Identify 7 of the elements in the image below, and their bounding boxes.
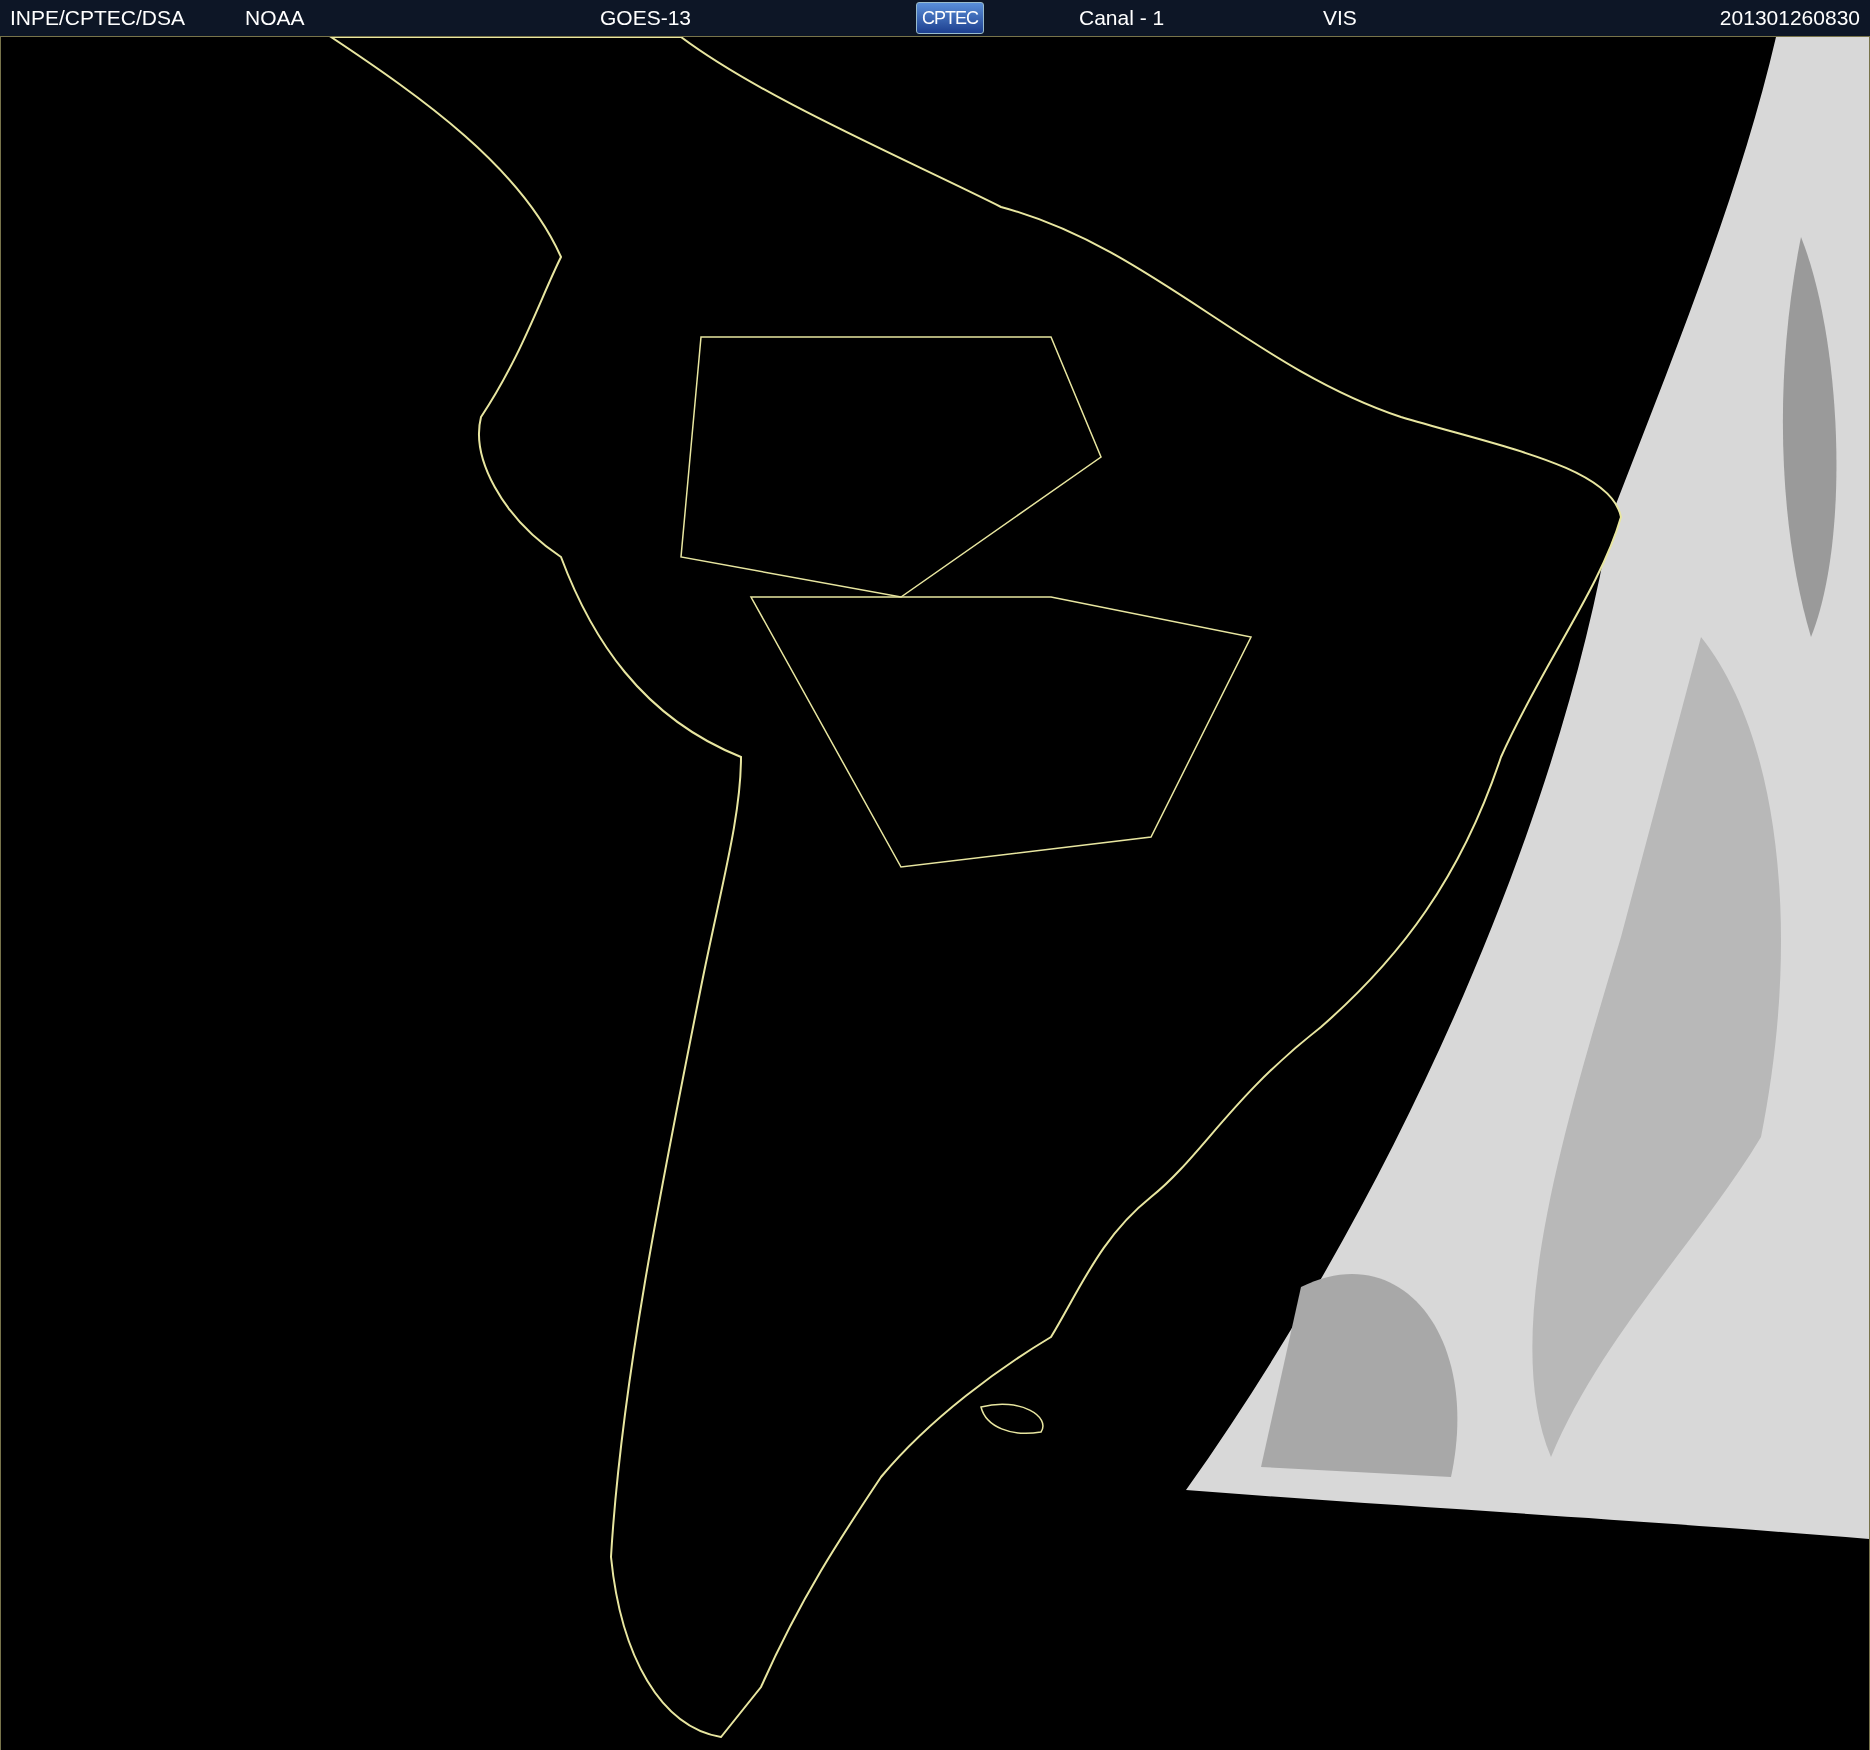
logo: CPTEC: [916, 2, 984, 34]
timestamp-label: 201301260830: [1719, 6, 1860, 30]
satellite-label: GOES-13: [600, 6, 693, 30]
channel-label: Canal - 1: [1079, 6, 1166, 30]
band-label: VIS: [1323, 6, 1358, 30]
source-label: NOAA: [245, 6, 306, 30]
agency-label: INPE/CPTEC/DSA: [10, 6, 187, 30]
